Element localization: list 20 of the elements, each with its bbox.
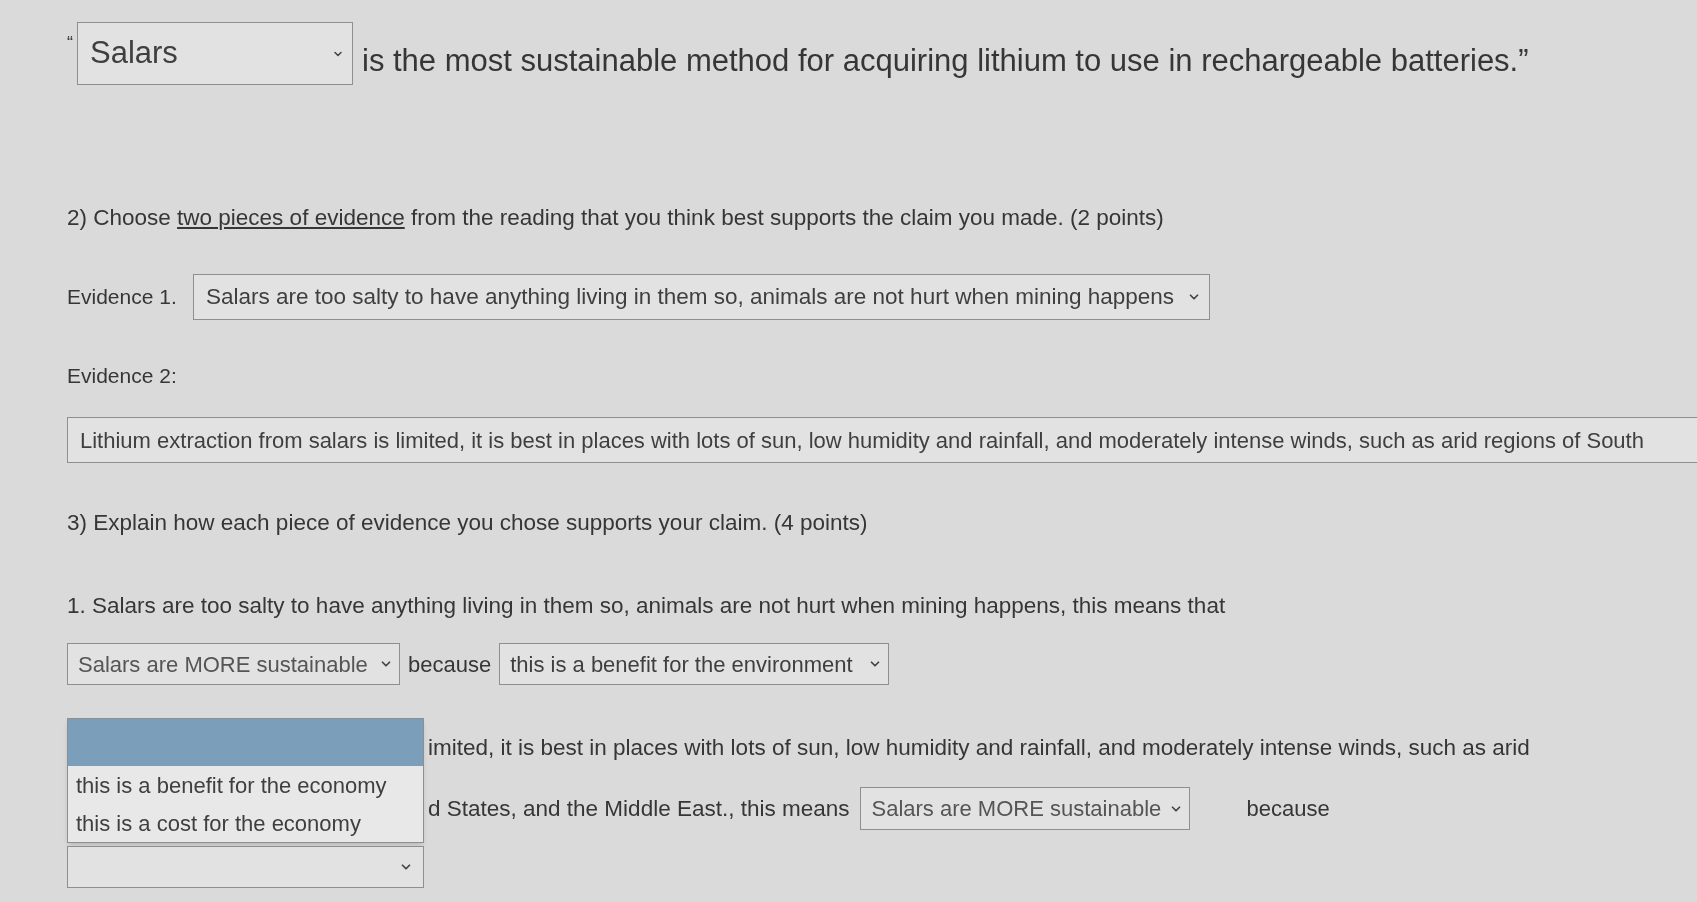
connector-text: because (408, 650, 492, 679)
evidence-dropdown[interactable]: Salars are too salty to have anything living in them so, animals are not hurt when mining happens (193, 274, 1210, 320)
reason-dropdown[interactable] (67, 846, 424, 888)
connector-text: because (1246, 795, 1330, 823)
answer-text: imited, it is best in places with lots of sun, low humidity and rainfall, and moderately intense winds, such as arid (428, 735, 1530, 761)
claim-dropdown[interactable]: Salars are MORE sustainable (860, 787, 1191, 830)
reason-dropdown[interactable]: this is a benefit for the environment (499, 643, 890, 685)
claim-text: is the most sustainable method for acquiring lithium to use in rechargeable batteries.” (362, 45, 1529, 76)
dropdown-option[interactable]: this is a cost for the economy (68, 804, 423, 842)
claim-dropdown[interactable]: Salars (77, 22, 353, 85)
claim-dropdown[interactable]: Salars are MORE sustainable (67, 643, 400, 685)
answer-text: 1. Salars are too salty to have anything living in them so, animals are not hurt when mining happens, this means that (67, 593, 1226, 619)
answer-text: d States, and the Middle East., this means (428, 795, 850, 822)
quote-mark: “ (67, 34, 73, 52)
question-prompt: 2) Choose two pieces of evidence from the reading that you think best supports the claim you made. (2 points) (67, 205, 1164, 231)
evidence-label: Evidence 1. (67, 284, 178, 310)
dropdown-option[interactable]: this is a benefit for the economy (68, 766, 423, 804)
evidence-dropdown[interactable]: Lithium extraction from salars is limited, it is best in places with lots of sun, low humidity and rainfall, and moderately intense winds, such as arid regions of South (67, 417, 1697, 463)
evidence-label: Evidence 2: (67, 363, 177, 389)
question-prompt: 3) Explain how each piece of evidence you chose supports your claim. (4 points) (67, 510, 868, 536)
